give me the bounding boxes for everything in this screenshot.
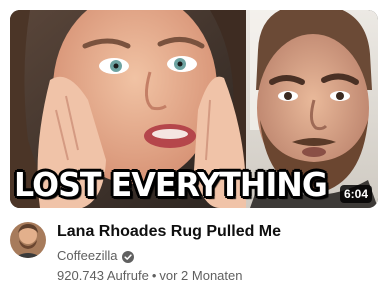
upload-age: vor 2 Monaten: [159, 268, 243, 283]
video-meta: 920.743 Aufrufe • vor 2 Monaten: [57, 267, 242, 285]
channel-row: Coffeezilla: [57, 247, 135, 265]
thumbnail-caption: LOST EVERYTHING: [14, 165, 328, 204]
meta-separator: •: [151, 268, 157, 283]
video-title[interactable]: Lana Rhoades Rug Pulled Me: [57, 222, 377, 242]
channel-name[interactable]: Coffeezilla: [57, 247, 117, 265]
verified-check-icon: [122, 250, 135, 263]
video-card[interactable]: LOST EVERYTHING 6:04 Lana Rhoades Rug Pu…: [0, 0, 388, 291]
view-count: 920.743 Aufrufe: [57, 268, 149, 283]
channel-avatar[interactable]: [10, 222, 46, 258]
video-thumbnail[interactable]: LOST EVERYTHING 6:04: [10, 10, 378, 208]
duration-badge: 6:04: [339, 185, 372, 203]
